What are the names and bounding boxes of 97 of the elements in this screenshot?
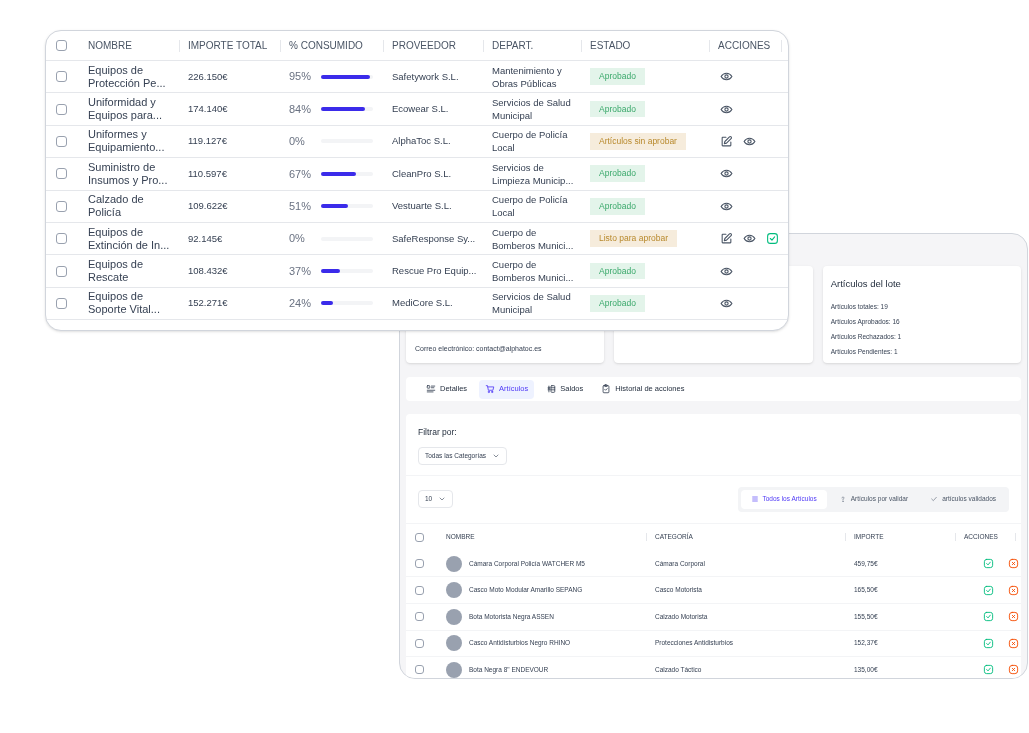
amount-cell-text: 110.597€ xyxy=(188,166,228,181)
row-checkbox[interactable] xyxy=(56,71,67,83)
name-cell-text: Suministro de Insumos y Pro... xyxy=(88,160,169,187)
percent-text: 84% xyxy=(289,101,313,117)
department-cell-text: Servicios de Salud Municipal xyxy=(492,96,572,123)
percent-text: 37% xyxy=(289,263,313,279)
amount-cell-text: 119.127€ xyxy=(188,134,228,149)
column-header[interactable]: ESTADO xyxy=(590,38,631,53)
column-header[interactable]: % CONSUMIDO xyxy=(289,38,363,53)
product-thumbnail xyxy=(446,635,462,652)
status-badge: Aprobado xyxy=(590,68,645,86)
percent-text: 51% xyxy=(289,199,313,214)
name-cell-text: Equipos de Rescate xyxy=(88,258,145,285)
row-checkbox[interactable] xyxy=(415,638,424,648)
amount-cell-text: 226.150€ xyxy=(188,69,229,84)
card-title: Artículos del lote xyxy=(830,277,902,291)
close-square-icon[interactable] xyxy=(1008,637,1019,649)
check-square-icon[interactable] xyxy=(766,232,779,246)
edit-icon[interactable] xyxy=(720,134,733,148)
product-thumbnail xyxy=(446,608,462,625)
row-checkbox[interactable] xyxy=(56,103,67,115)
department-cell-text: Cuerpo de Bomberos Munici... xyxy=(492,225,575,252)
close-square-icon[interactable] xyxy=(1008,664,1019,676)
status-badge: Aprobado xyxy=(590,165,645,183)
supplier-cell-text: Rescue Pro Equip... xyxy=(392,263,478,278)
filter-label: Filtrar por: xyxy=(418,426,457,439)
department-cell-text: Servicios de Limpieza Municip... xyxy=(492,160,575,187)
product-thumbnail xyxy=(446,555,462,572)
status-badge: Aprobado xyxy=(590,100,645,118)
amount-cell-text: 174.140€ xyxy=(188,101,229,116)
supplier-cell-text: Ecowear S.L. xyxy=(392,101,450,116)
row-checkbox[interactable] xyxy=(415,665,424,675)
name-cell-text: Equipos de Protección Pe... xyxy=(88,63,167,90)
help-icon xyxy=(838,495,847,504)
check-square-icon[interactable] xyxy=(983,558,994,570)
name-cell-text: Uniformes y Equipamiento... xyxy=(88,128,166,155)
check-square-icon[interactable] xyxy=(983,611,994,623)
percent-text: 67% xyxy=(289,166,313,182)
amount-cell-text: 108.432€ xyxy=(188,263,229,278)
clipboard-icon xyxy=(601,384,612,394)
row-checkbox[interactable] xyxy=(415,612,424,622)
status-badge: Listo para aprobar xyxy=(590,230,677,247)
column-header[interactable]: NOMBRE xyxy=(88,38,132,53)
supplier-cell-text: Vestuarte S.L. xyxy=(392,199,453,214)
name-cell-text: Calzado de Policía xyxy=(88,193,145,220)
supplier-cell-text: MediCore S.L. xyxy=(392,296,454,311)
check-square-icon[interactable] xyxy=(983,637,994,649)
row-checkbox[interactable] xyxy=(56,297,67,309)
department-cell-text: Cuerpo de Bomberos Munici... xyxy=(492,258,575,285)
status-badge: Artículos sin aprobar xyxy=(590,133,686,150)
status-badge: Aprobado xyxy=(590,197,645,215)
check-square-icon[interactable] xyxy=(983,584,994,596)
list-icon xyxy=(750,495,759,504)
select-all-checkbox[interactable] xyxy=(415,532,424,542)
percent-text: 95% xyxy=(289,69,313,85)
percent-text: 0% xyxy=(289,134,306,150)
name-cell-text: Equipos de Soporte Vital... xyxy=(88,290,161,317)
row-checkbox[interactable] xyxy=(56,200,67,212)
close-square-icon[interactable] xyxy=(1008,611,1019,623)
supplier-cell-text: SafeResponse Sy... xyxy=(392,231,477,246)
status-badge: Aprobado xyxy=(590,262,645,280)
row-checkbox[interactable] xyxy=(56,265,67,277)
product-thumbnail xyxy=(446,661,462,678)
supplier-cell-text: CleanPro S.L. xyxy=(392,166,453,181)
department-cell-text: Cuerpo de Policía Local xyxy=(492,128,569,155)
department-cell-text: Mantenimiento y Obras Públicas xyxy=(492,63,563,90)
name-cell-text: Equipos de Extinción de In... xyxy=(88,225,171,252)
details-icon xyxy=(426,384,436,394)
amount-cell-text: 109.622€ xyxy=(188,199,229,214)
percent-text: 0% xyxy=(289,231,306,247)
amount-cell-text: 92.145€ xyxy=(188,231,224,246)
column-header[interactable]: DEPART. xyxy=(492,38,534,53)
close-square-icon[interactable] xyxy=(1008,584,1019,596)
product-thumbnail xyxy=(446,582,462,599)
column-header[interactable]: IMPORTE TOTAL xyxy=(188,38,268,53)
name-cell-text: Uniformidad y Equipos para... xyxy=(88,96,163,123)
check-square-icon[interactable] xyxy=(983,664,994,676)
select-all-checkbox[interactable] xyxy=(56,40,67,51)
row-checkbox[interactable] xyxy=(56,135,67,147)
department-cell-text: Cuerpo de Policía Local xyxy=(492,193,569,220)
coins-icon xyxy=(546,384,557,394)
supplier-cell-text: AlphaToc S.L. xyxy=(392,134,452,149)
amount-cell-text: 152.271€ xyxy=(188,296,229,311)
department-cell-text: Servicios de Salud Municipal xyxy=(492,290,572,317)
close-square-icon[interactable] xyxy=(1008,558,1019,570)
row-checkbox[interactable] xyxy=(415,559,424,569)
column-header[interactable]: ACCIONES xyxy=(718,38,771,53)
column-header[interactable]: PROVEEDOR xyxy=(392,38,456,53)
row-checkbox[interactable] xyxy=(56,168,67,180)
status-badge: Aprobado xyxy=(590,295,645,312)
row-checkbox[interactable] xyxy=(56,233,67,245)
edit-icon[interactable] xyxy=(720,232,733,246)
cart-icon xyxy=(485,384,496,394)
check-icon xyxy=(930,495,939,504)
supplier-cell-text: Safetywork S.L. xyxy=(392,69,460,84)
percent-text: 24% xyxy=(289,296,313,312)
row-checkbox[interactable] xyxy=(415,585,424,595)
